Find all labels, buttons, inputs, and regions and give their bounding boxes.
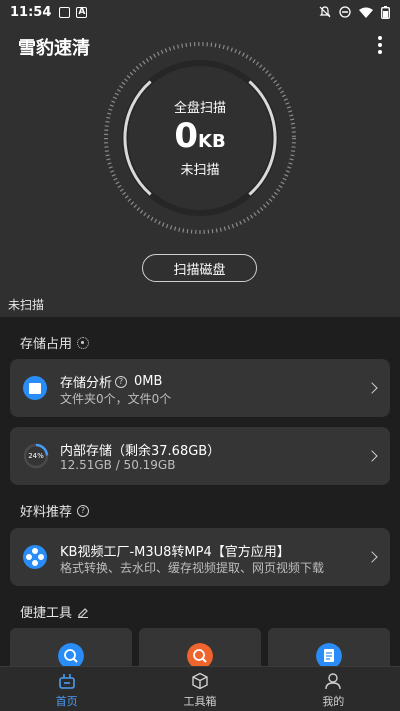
storage-analysis-card[interactable]: 存储分析 ? 0MB 文件夹0个，文件0个 bbox=[10, 359, 390, 417]
storage-section-header: 存储占用 bbox=[20, 333, 90, 352]
nav-toolbox-label: 工具箱 bbox=[183, 695, 217, 708]
storage-section-title: 存储占用 bbox=[20, 337, 73, 352]
nav-profile-label: 我的 bbox=[322, 695, 345, 708]
recommend-app-subtitle: 格式转换、去水印、缓存视频提取、网页视频下载 bbox=[60, 561, 325, 575]
status-time: 11:54 bbox=[10, 4, 52, 20]
tool-card-document[interactable] bbox=[268, 628, 390, 669]
scan-status-text: 未扫描 bbox=[8, 298, 45, 312]
nav-home-label: 首页 bbox=[55, 695, 78, 708]
help-icon[interactable]: ? bbox=[115, 375, 128, 388]
storage-analysis-value: 0MB bbox=[134, 374, 163, 389]
recommend-app-title: KB视频工厂-M3U8转MP4【官方应用】 bbox=[60, 545, 290, 560]
internal-storage-title: 内部存储（剩余37.68GB） bbox=[60, 444, 221, 459]
nav-profile[interactable]: 我的 bbox=[267, 667, 400, 711]
scan-disk-button[interactable]: 扫描磁盘 bbox=[142, 254, 257, 282]
help-icon[interactable]: ? bbox=[77, 504, 90, 517]
chevron-right-icon bbox=[366, 450, 378, 462]
settings-icon[interactable] bbox=[77, 336, 90, 349]
recommend-app-card[interactable]: KB视频工厂-M3U8转MP4【官方应用】 格式转换、去水印、缓存视频提取、网页… bbox=[10, 528, 390, 586]
mute-icon bbox=[319, 6, 331, 18]
battery-icon bbox=[381, 5, 390, 19]
a-notification-icon: A bbox=[76, 6, 88, 18]
home-icon bbox=[58, 674, 75, 689]
scan-header-panel: 雪豹速清 全盘扫描 0KB 未扫描 扫描磁盘 未扫描 bbox=[0, 24, 400, 317]
gauge-title: 全盘扫描 bbox=[173, 101, 226, 116]
wifi-icon bbox=[359, 7, 373, 18]
storage-analysis-row: 存储分析 ? 0MB bbox=[60, 372, 162, 391]
app-title: 雪豹速清 bbox=[18, 38, 90, 59]
internal-storage-subtitle: 12.51GB / 50.19GB bbox=[60, 458, 176, 472]
chevron-right-icon bbox=[366, 382, 378, 394]
image-notification-icon bbox=[59, 6, 71, 18]
gauge-value-unit: KB bbox=[198, 131, 226, 152]
storage-disk-icon bbox=[23, 376, 47, 400]
tools-section-header: 便捷工具 bbox=[20, 602, 89, 621]
gauge-value-number: 0 bbox=[174, 116, 198, 156]
recommend-section-header: 好料推荐 ? bbox=[20, 501, 90, 520]
nav-toolbox[interactable]: 工具箱 bbox=[133, 667, 266, 711]
recommend-section-title: 好料推荐 bbox=[20, 505, 73, 520]
tool-card-search[interactable] bbox=[10, 628, 132, 669]
status-bar: 11:54 A bbox=[0, 0, 400, 24]
internal-storage-card[interactable]: 24% 内部存储（剩余37.68GB） 12.51GB / 50.19GB bbox=[10, 427, 390, 485]
chevron-right-icon bbox=[366, 551, 378, 563]
nav-home[interactable]: 首页 bbox=[0, 667, 133, 711]
tools-section-title: 便捷工具 bbox=[20, 606, 73, 621]
edit-icon[interactable] bbox=[77, 606, 89, 618]
more-menu-icon[interactable] bbox=[374, 34, 386, 56]
storage-percent-label: 24% bbox=[28, 452, 44, 460]
gauge-value: 0KB bbox=[100, 116, 300, 162]
tool-card-scan[interactable] bbox=[139, 628, 261, 669]
gauge-status: 未扫描 bbox=[180, 163, 220, 178]
toolbox-cube-icon bbox=[192, 672, 208, 690]
storage-analysis-title: 存储分析 bbox=[60, 376, 113, 391]
storage-analysis-subtitle: 文件夹0个，文件0个 bbox=[60, 392, 172, 406]
bottom-nav: 首页 工具箱 我的 bbox=[0, 666, 400, 711]
dnd-icon bbox=[339, 6, 351, 18]
video-reel-icon bbox=[23, 545, 47, 569]
profile-icon bbox=[325, 673, 342, 690]
